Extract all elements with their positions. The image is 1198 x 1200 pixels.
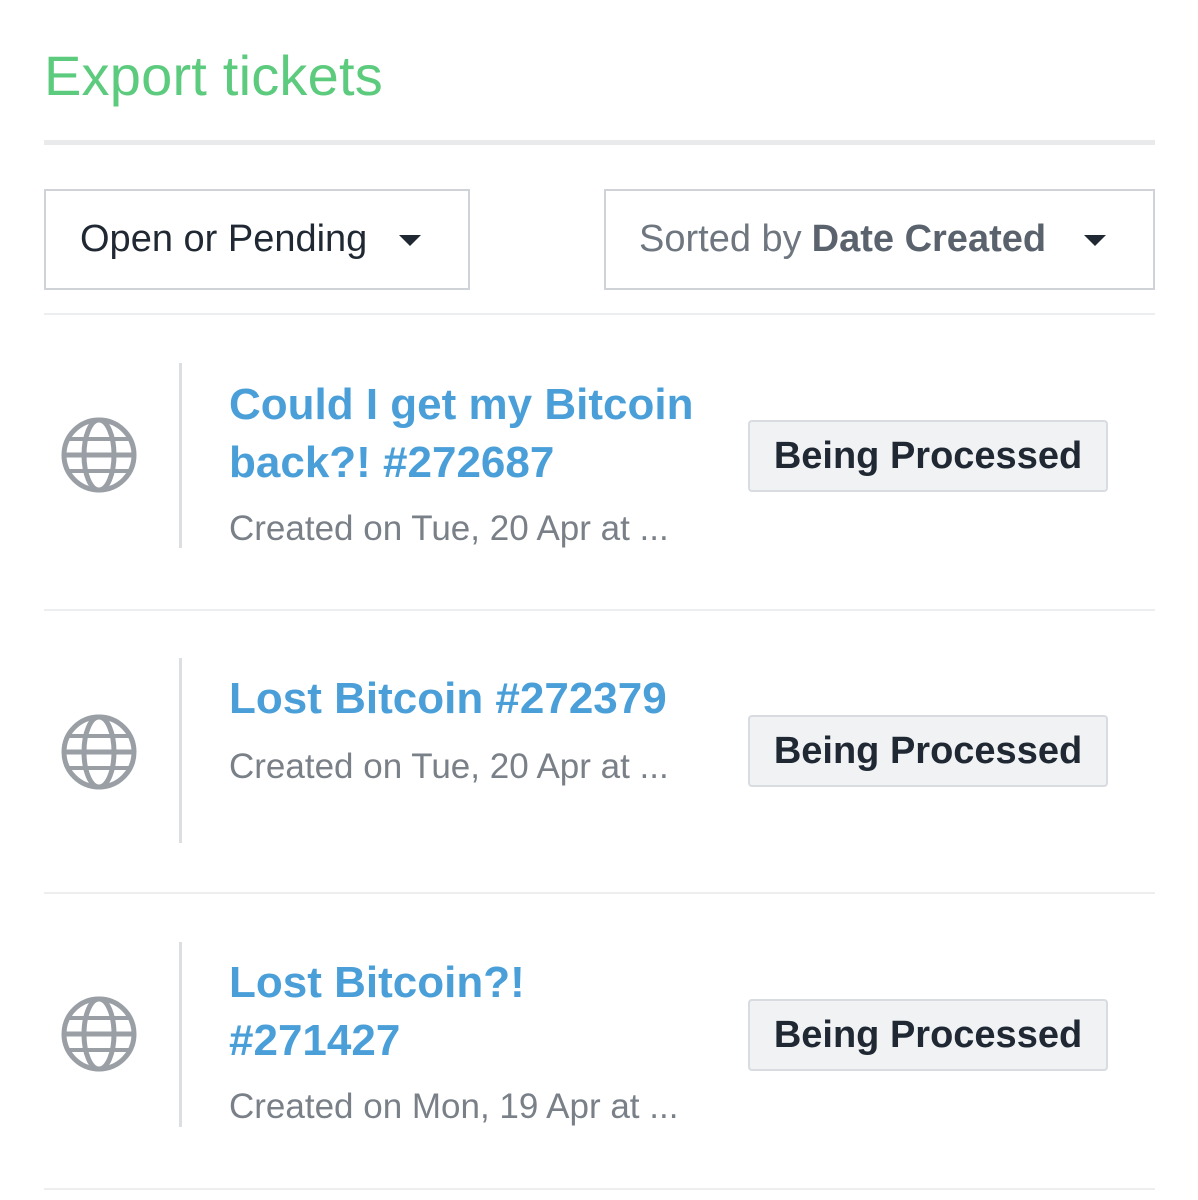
status-badge: Being Processed [748,999,1108,1071]
ticket-divider [179,658,182,843]
ticket-title-link[interactable]: Could I get my Bitcoin back?! #272687 [229,376,699,492]
sort-prefix-label: Sorted by [639,218,802,260]
status-filter-value: Open or Pending [80,218,368,260]
status-badge: Being Processed [748,420,1108,492]
ticket-row[interactable]: Lost Bitcoin?! #271427 Created on Mon, 1… [44,894,1155,1190]
status-badge: Being Processed [748,715,1108,787]
row-divider [44,1188,1155,1190]
ticket-divider [179,363,182,548]
sort-dropdown[interactable]: Sorted by Date Created [604,189,1155,290]
ticket-created-date: Created on Mon, 19 Apr at ... [229,1087,679,1126]
globe-icon [61,996,137,1072]
caret-down-icon [1084,235,1106,246]
ticket-row[interactable]: Could I get my Bitcoin back?! #272687 Cr… [44,315,1155,611]
globe-icon [61,417,137,493]
sort-value: Date Created [811,218,1047,260]
ticket-created-date: Created on Tue, 20 Apr at ... [229,747,669,786]
title-divider [44,140,1155,145]
tickets-page: Export tickets Open or Pending Sorted by… [0,0,1198,1200]
ticket-title-link[interactable]: Lost Bitcoin #272379 [229,670,699,728]
caret-down-icon [399,235,421,246]
ticket-title-link[interactable]: Lost Bitcoin?! #271427 [229,954,699,1070]
ticket-created-date: Created on Tue, 20 Apr at ... [229,509,669,548]
ticket-row[interactable]: Lost Bitcoin #272379 Created on Tue, 20 … [44,611,1155,894]
globe-icon [61,714,137,790]
ticket-divider [179,942,182,1127]
status-filter-dropdown[interactable]: Open or Pending [44,189,470,290]
page-title: Export tickets [44,44,383,107]
